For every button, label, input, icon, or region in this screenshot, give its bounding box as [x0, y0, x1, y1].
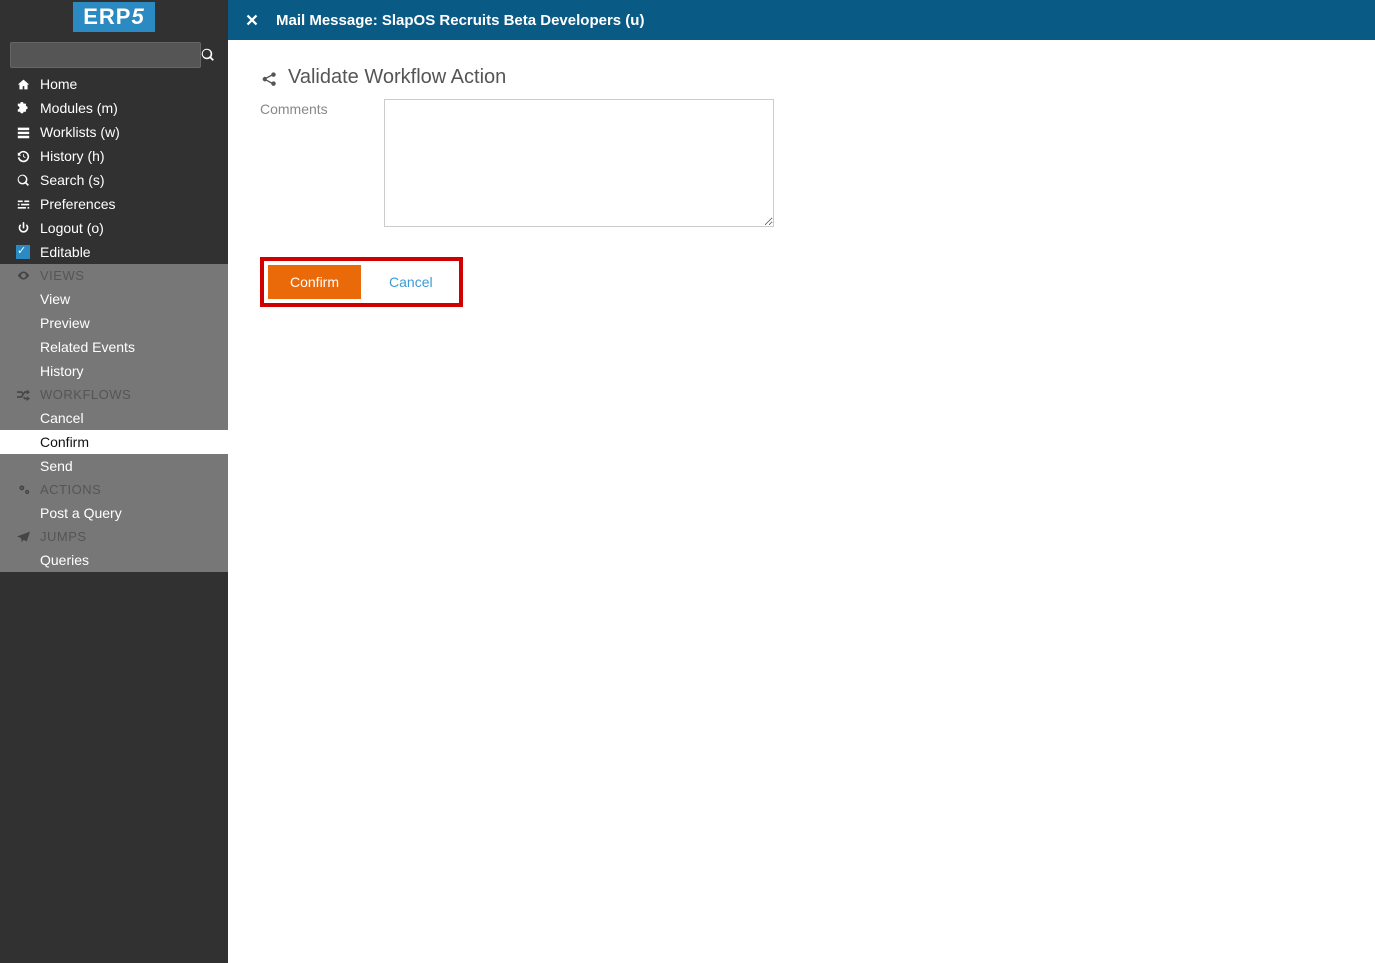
nav-search[interactable]: Search (s) — [0, 168, 228, 192]
logo[interactable]: ERP5 — [0, 0, 228, 38]
sidebar: ERP5 Home Modules (m) Worklists (w) Hist… — [0, 0, 228, 963]
nav-label: Search (s) — [34, 172, 105, 188]
comments-label: Comments — [260, 99, 370, 117]
workflow-cancel[interactable]: Cancel — [0, 406, 228, 430]
actions-header: ACTIONS — [0, 478, 228, 501]
random-icon — [12, 388, 34, 401]
nav-label: Logout (o) — [34, 220, 104, 236]
nav-label: Editable — [34, 244, 91, 260]
nav-label: Modules (m) — [34, 100, 118, 116]
eye-icon — [12, 269, 34, 282]
power-icon — [12, 222, 34, 235]
topbar: Mail Message: SlapOS Recruits Beta Devel… — [228, 0, 1375, 40]
workflows-header: WORKFLOWS — [0, 383, 228, 406]
views-history[interactable]: History — [0, 359, 228, 383]
views-section: VIEWS View Preview Related Events Histor… — [0, 264, 228, 383]
search-icon — [12, 174, 34, 187]
nav-label: Worklists (w) — [34, 124, 120, 140]
list-icon — [12, 126, 34, 139]
topbar-title: Mail Message: SlapOS Recruits Beta Devel… — [276, 12, 644, 29]
nav-preferences[interactable]: Preferences — [0, 192, 228, 216]
action-buttons: Confirm Cancel — [260, 257, 463, 307]
nav-label: History (h) — [34, 148, 105, 164]
nav-label: Preferences — [34, 196, 115, 212]
nav-worklists[interactable]: Worklists (w) — [0, 120, 228, 144]
page-title: Validate Workflow Action — [260, 66, 1343, 89]
views-header: VIEWS — [0, 264, 228, 287]
main: Mail Message: SlapOS Recruits Beta Devel… — [228, 0, 1375, 333]
puzzle-icon — [12, 102, 34, 115]
nav-label: Home — [34, 76, 77, 92]
home-icon — [12, 78, 34, 91]
plane-icon — [12, 530, 34, 543]
jump-queries[interactable]: Queries — [0, 548, 228, 572]
views-view[interactable]: View — [0, 287, 228, 311]
main-nav: Home Modules (m) Worklists (w) History (… — [0, 72, 228, 264]
views-related-events[interactable]: Related Events — [0, 335, 228, 359]
views-preview[interactable]: Preview — [0, 311, 228, 335]
nav-home[interactable]: Home — [0, 72, 228, 96]
close-icon[interactable] — [246, 14, 258, 26]
nav-editable[interactable]: Editable — [0, 240, 228, 264]
jumps-section: JUMPS Queries — [0, 525, 228, 572]
share-icon — [260, 69, 278, 87]
action-post-query[interactable]: Post a Query — [0, 501, 228, 525]
search-input[interactable] — [10, 42, 201, 68]
content: Validate Workflow Action Comments Confir… — [228, 40, 1375, 333]
workflow-send[interactable]: Send — [0, 454, 228, 478]
actions-section: ACTIONS Post a Query — [0, 478, 228, 525]
sliders-icon — [12, 198, 34, 211]
jumps-header: JUMPS — [0, 525, 228, 548]
comments-textarea[interactable] — [384, 99, 774, 227]
nav-logout[interactable]: Logout (o) — [0, 216, 228, 240]
checkbox-icon[interactable] — [12, 245, 34, 259]
cogs-icon — [12, 483, 34, 496]
cancel-button[interactable]: Cancel — [367, 265, 455, 299]
search-icon[interactable] — [201, 48, 218, 62]
confirm-button[interactable]: Confirm — [268, 265, 361, 299]
workflow-confirm[interactable]: Confirm — [0, 430, 228, 454]
workflows-section: WORKFLOWS Cancel Confirm Send — [0, 383, 228, 478]
nav-modules[interactable]: Modules (m) — [0, 96, 228, 120]
comments-row: Comments — [260, 99, 1343, 227]
nav-history[interactable]: History (h) — [0, 144, 228, 168]
history-icon — [12, 150, 34, 163]
